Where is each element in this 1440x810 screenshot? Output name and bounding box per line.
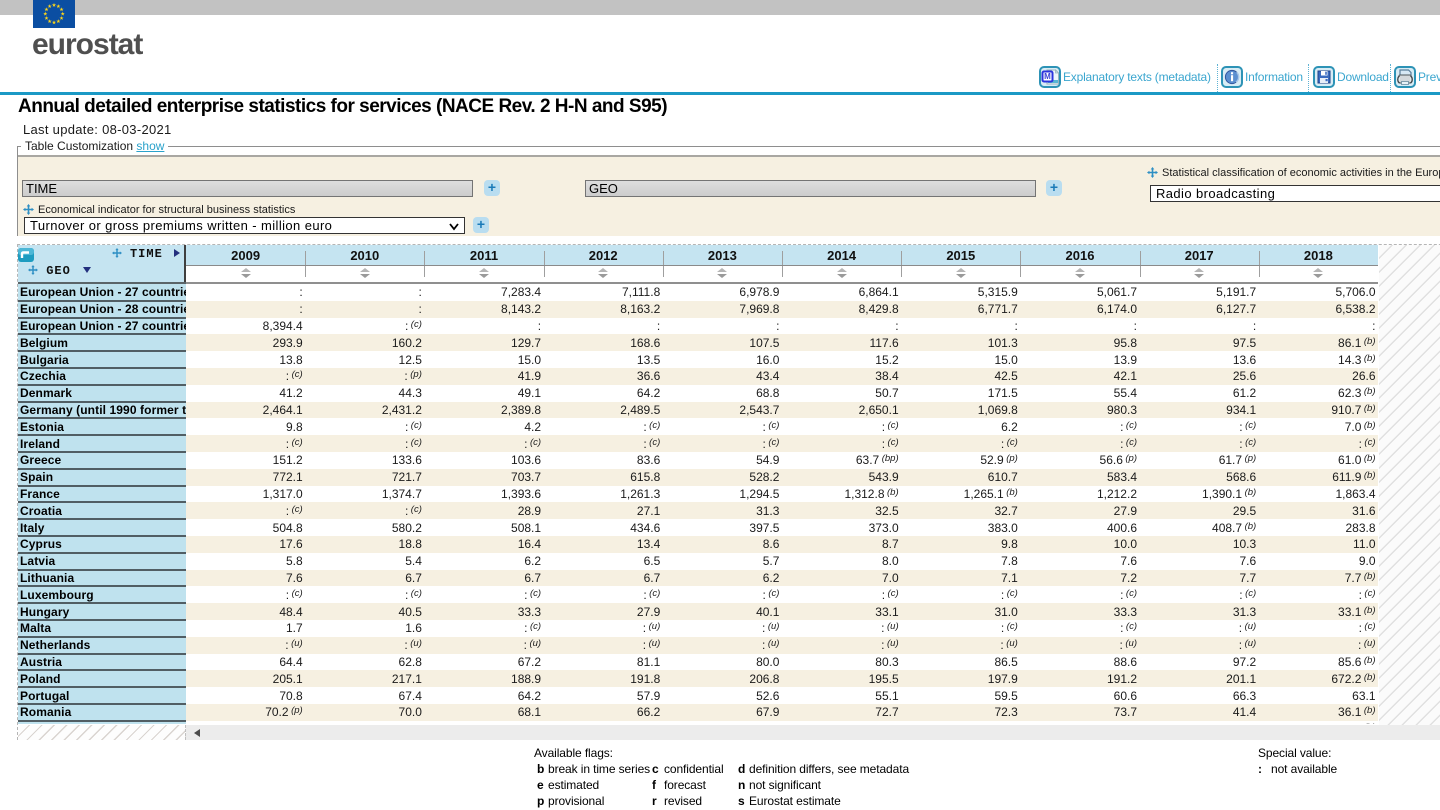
svg-text:M: M (1044, 72, 1051, 81)
